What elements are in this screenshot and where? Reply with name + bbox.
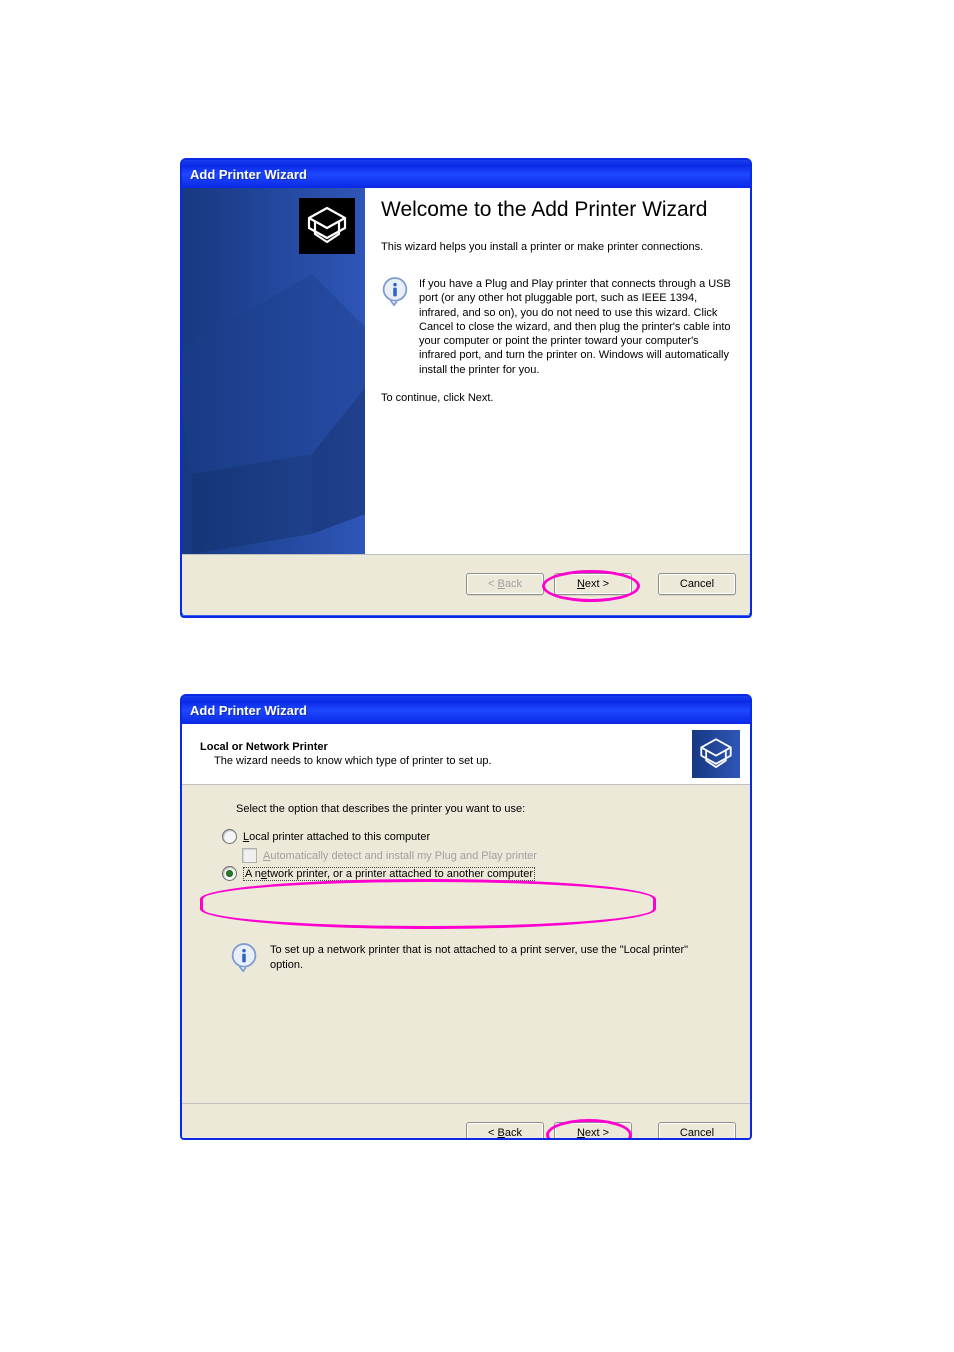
window-title: Add Printer Wizard: [190, 167, 307, 182]
radio-icon: [222, 866, 237, 881]
radio-icon: [222, 829, 237, 844]
wizard-body: Welcome to the Add Printer Wizard This w…: [182, 188, 750, 554]
radio-local-printer[interactable]: Local printer attached to this computer: [222, 829, 724, 844]
window-title: Add Printer Wizard: [190, 703, 307, 718]
window-title-bar[interactable]: Add Printer Wizard: [182, 696, 750, 724]
printer-icon: [299, 198, 355, 254]
checkbox-icon: [242, 848, 257, 863]
cancel-button[interactable]: Cancel: [658, 573, 736, 595]
back-button: < Back: [466, 573, 544, 595]
radio-network-printer[interactable]: A network printer, or a printer attached…: [222, 866, 724, 881]
prompt-text: Select the option that describes the pri…: [236, 803, 724, 815]
wizard-heading: Welcome to the Add Printer Wizard: [381, 198, 732, 222]
wizard-subheading: The wizard needs to know which type of p…: [200, 755, 692, 767]
checkbox-autodetect: Automatically detect and install my Plug…: [242, 848, 724, 863]
checkbox-label: Automatically detect and install my Plug…: [263, 850, 537, 862]
add-printer-wizard-step-welcome: Add Printer Wizard: [180, 158, 752, 618]
wizard-side-banner: [182, 188, 365, 554]
info-panel: If you have a Plug and Play printer that…: [381, 277, 732, 377]
info-text: To set up a network printer that is not …: [270, 943, 724, 976]
wizard-intro-text: This wizard helps you install a printer …: [381, 240, 732, 255]
wizard-header: Local or Network Printer The wizard need…: [182, 724, 750, 785]
radio-label: A network printer, or a printer attached…: [243, 867, 535, 881]
wizard-button-bar: < Back Next > Cancel: [182, 554, 750, 613]
add-printer-wizard-step-printer-type: Add Printer Wizard Local or Network Prin…: [180, 694, 752, 1140]
wizard-button-bar: < Back Next > Cancel: [182, 1103, 750, 1140]
banner-decorative-shape: [182, 274, 365, 554]
printer-icon: [692, 730, 740, 778]
next-button[interactable]: Next >: [554, 573, 632, 595]
info-icon: [381, 277, 409, 377]
wizard-body: Select the option that describes the pri…: [182, 785, 750, 1103]
highlight-annotation: [200, 879, 656, 929]
window-title-bar[interactable]: Add Printer Wizard: [182, 160, 750, 188]
wizard-content: Welcome to the Add Printer Wizard This w…: [365, 188, 750, 554]
info-icon: [230, 943, 258, 976]
next-button[interactable]: Next >: [554, 1122, 632, 1140]
wizard-heading: Local or Network Printer: [200, 741, 692, 753]
radio-label: Local printer attached to this computer: [243, 831, 430, 843]
cancel-button[interactable]: Cancel: [658, 1122, 736, 1140]
continue-text: To continue, click Next.: [381, 391, 732, 406]
info-text: If you have a Plug and Play printer that…: [419, 277, 732, 377]
back-button[interactable]: < Back: [466, 1122, 544, 1140]
info-panel: To set up a network printer that is not …: [230, 943, 724, 976]
